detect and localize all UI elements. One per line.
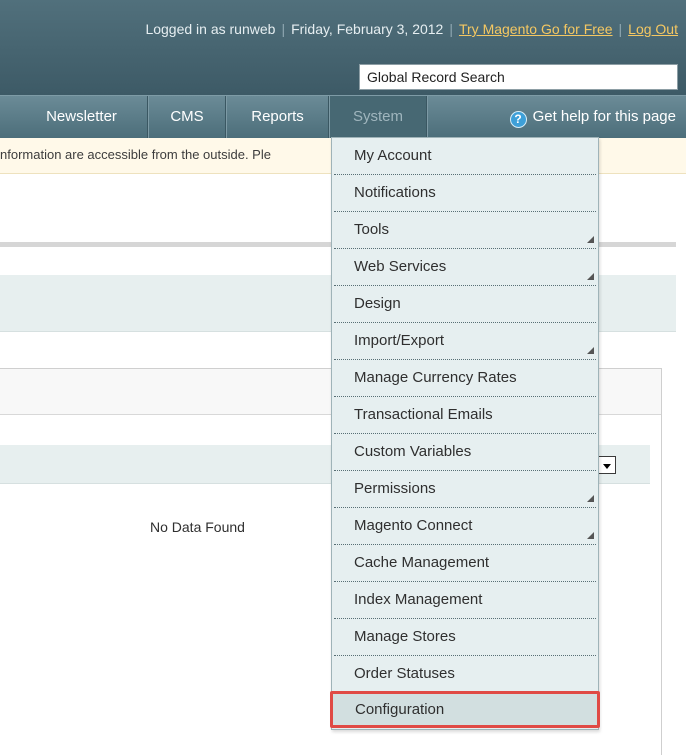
nav-item-reports[interactable]: Reports bbox=[227, 96, 329, 138]
pager-select[interactable] bbox=[598, 456, 616, 474]
no-data-message: No Data Found bbox=[150, 519, 245, 535]
menu-item-import-export[interactable]: Import/Export bbox=[332, 323, 598, 360]
menu-item-magento-connect[interactable]: Magento Connect bbox=[332, 508, 598, 545]
menu-item-manage-currency-rates[interactable]: Manage Currency Rates bbox=[332, 360, 598, 397]
submenu-arrow-icon bbox=[587, 236, 594, 243]
submenu-arrow-icon bbox=[587, 347, 594, 354]
menu-item-transactional-emails[interactable]: Transactional Emails bbox=[332, 397, 598, 434]
nav-item-cms[interactable]: CMS bbox=[149, 96, 226, 138]
menu-item-web-services[interactable]: Web Services bbox=[332, 249, 598, 286]
menu-item-index-management[interactable]: Index Management bbox=[332, 582, 598, 619]
global-search-input[interactable]: Global Record Search bbox=[359, 64, 678, 90]
nav-item-system[interactable]: System bbox=[330, 96, 427, 138]
menu-item-tools[interactable]: Tools bbox=[332, 212, 598, 249]
logged-in-text: Logged in as runweb bbox=[145, 21, 276, 37]
system-dropdown-menu: My Account Notifications Tools Web Servi… bbox=[330, 137, 600, 730]
nav-item-newsletter[interactable]: Newsletter bbox=[16, 96, 148, 138]
submenu-arrow-icon bbox=[587, 273, 594, 280]
help-label: Get help for this page bbox=[532, 108, 676, 125]
menu-item-my-account[interactable]: My Account bbox=[332, 138, 598, 175]
menu-item-manage-stores[interactable]: Manage Stores bbox=[332, 619, 598, 656]
menu-item-order-statuses[interactable]: Order Statuses bbox=[332, 656, 598, 693]
main-nav: Newsletter CMS Reports System ? Get help … bbox=[0, 95, 686, 138]
logout-link[interactable]: Log Out bbox=[628, 21, 678, 37]
menu-item-custom-variables[interactable]: Custom Variables bbox=[332, 434, 598, 471]
admin-header: Logged in as runweb | Friday, February 3, … bbox=[0, 0, 686, 95]
date-text: Friday, February 3, 2012 bbox=[291, 21, 444, 37]
menu-item-configuration[interactable]: Configuration bbox=[330, 691, 600, 728]
menu-item-notifications[interactable]: Notifications bbox=[332, 175, 598, 212]
menu-item-design[interactable]: Design bbox=[332, 286, 598, 323]
submenu-arrow-icon bbox=[587, 532, 594, 539]
menu-item-permissions[interactable]: Permissions bbox=[332, 471, 598, 508]
help-link[interactable]: ? Get help for this page bbox=[509, 96, 676, 138]
menu-item-cache-management[interactable]: Cache Management bbox=[332, 545, 598, 582]
header-links: Logged in as runweb | Friday, February 3, … bbox=[145, 21, 678, 37]
submenu-arrow-icon bbox=[587, 495, 594, 502]
help-icon: ? bbox=[509, 111, 527, 128]
try-magento-go-link[interactable]: Try Magento Go for Free bbox=[459, 21, 613, 37]
